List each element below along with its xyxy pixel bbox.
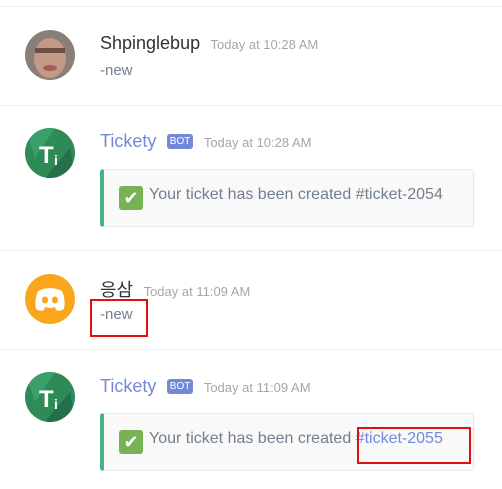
username[interactable]: 응삼: [100, 280, 133, 300]
username[interactable]: Tickety: [100, 376, 156, 396]
channel-mention[interactable]: #ticket-2054: [356, 186, 443, 203]
username[interactable]: Shpinglebup: [100, 33, 200, 53]
embed-text: Your ticket has been created: [149, 430, 352, 447]
bot-avatar[interactable]: T i: [25, 372, 75, 422]
bot-avatar[interactable]: T i: [25, 128, 75, 178]
highlight-box: [90, 299, 148, 337]
message-divider: [0, 105, 502, 106]
timestamp: Today at 10:28 AM: [203, 135, 312, 150]
message-divider: [0, 6, 502, 7]
bot-tag: BOT: [166, 134, 194, 149]
message-divider: [0, 349, 502, 350]
message-content: -new: [100, 62, 133, 79]
check-icon: ✔: [119, 186, 143, 210]
bot-tag: BOT: [166, 379, 194, 394]
message-header: Tickety BOT Today at 11:09 AM: [100, 376, 311, 397]
svg-text:T: T: [39, 142, 54, 169]
timestamp: Today at 10:28 AM: [210, 37, 319, 52]
username[interactable]: Tickety: [100, 131, 156, 151]
embed-text: Your ticket has been created: [149, 186, 352, 203]
user-avatar[interactable]: [25, 30, 75, 80]
embed: ✔ Your ticket has been created #ticket-20…: [100, 169, 474, 227]
timestamp: Today at 11:09 AM: [203, 380, 311, 395]
svg-text:i: i: [54, 152, 58, 168]
message-divider: [0, 250, 502, 251]
svg-text:T: T: [39, 386, 54, 413]
message-header: Tickety BOT Today at 10:28 AM: [100, 131, 312, 152]
timestamp: Today at 11:09 AM: [143, 284, 251, 299]
message-header: Shpinglebup Today at 10:28 AM: [100, 33, 318, 54]
highlight-box: [357, 427, 471, 464]
embed-description: ✔ Your ticket has been created #ticket-20…: [119, 186, 443, 210]
svg-text:i: i: [54, 396, 58, 412]
check-icon: ✔: [119, 430, 143, 454]
user-avatar[interactable]: [25, 274, 75, 324]
